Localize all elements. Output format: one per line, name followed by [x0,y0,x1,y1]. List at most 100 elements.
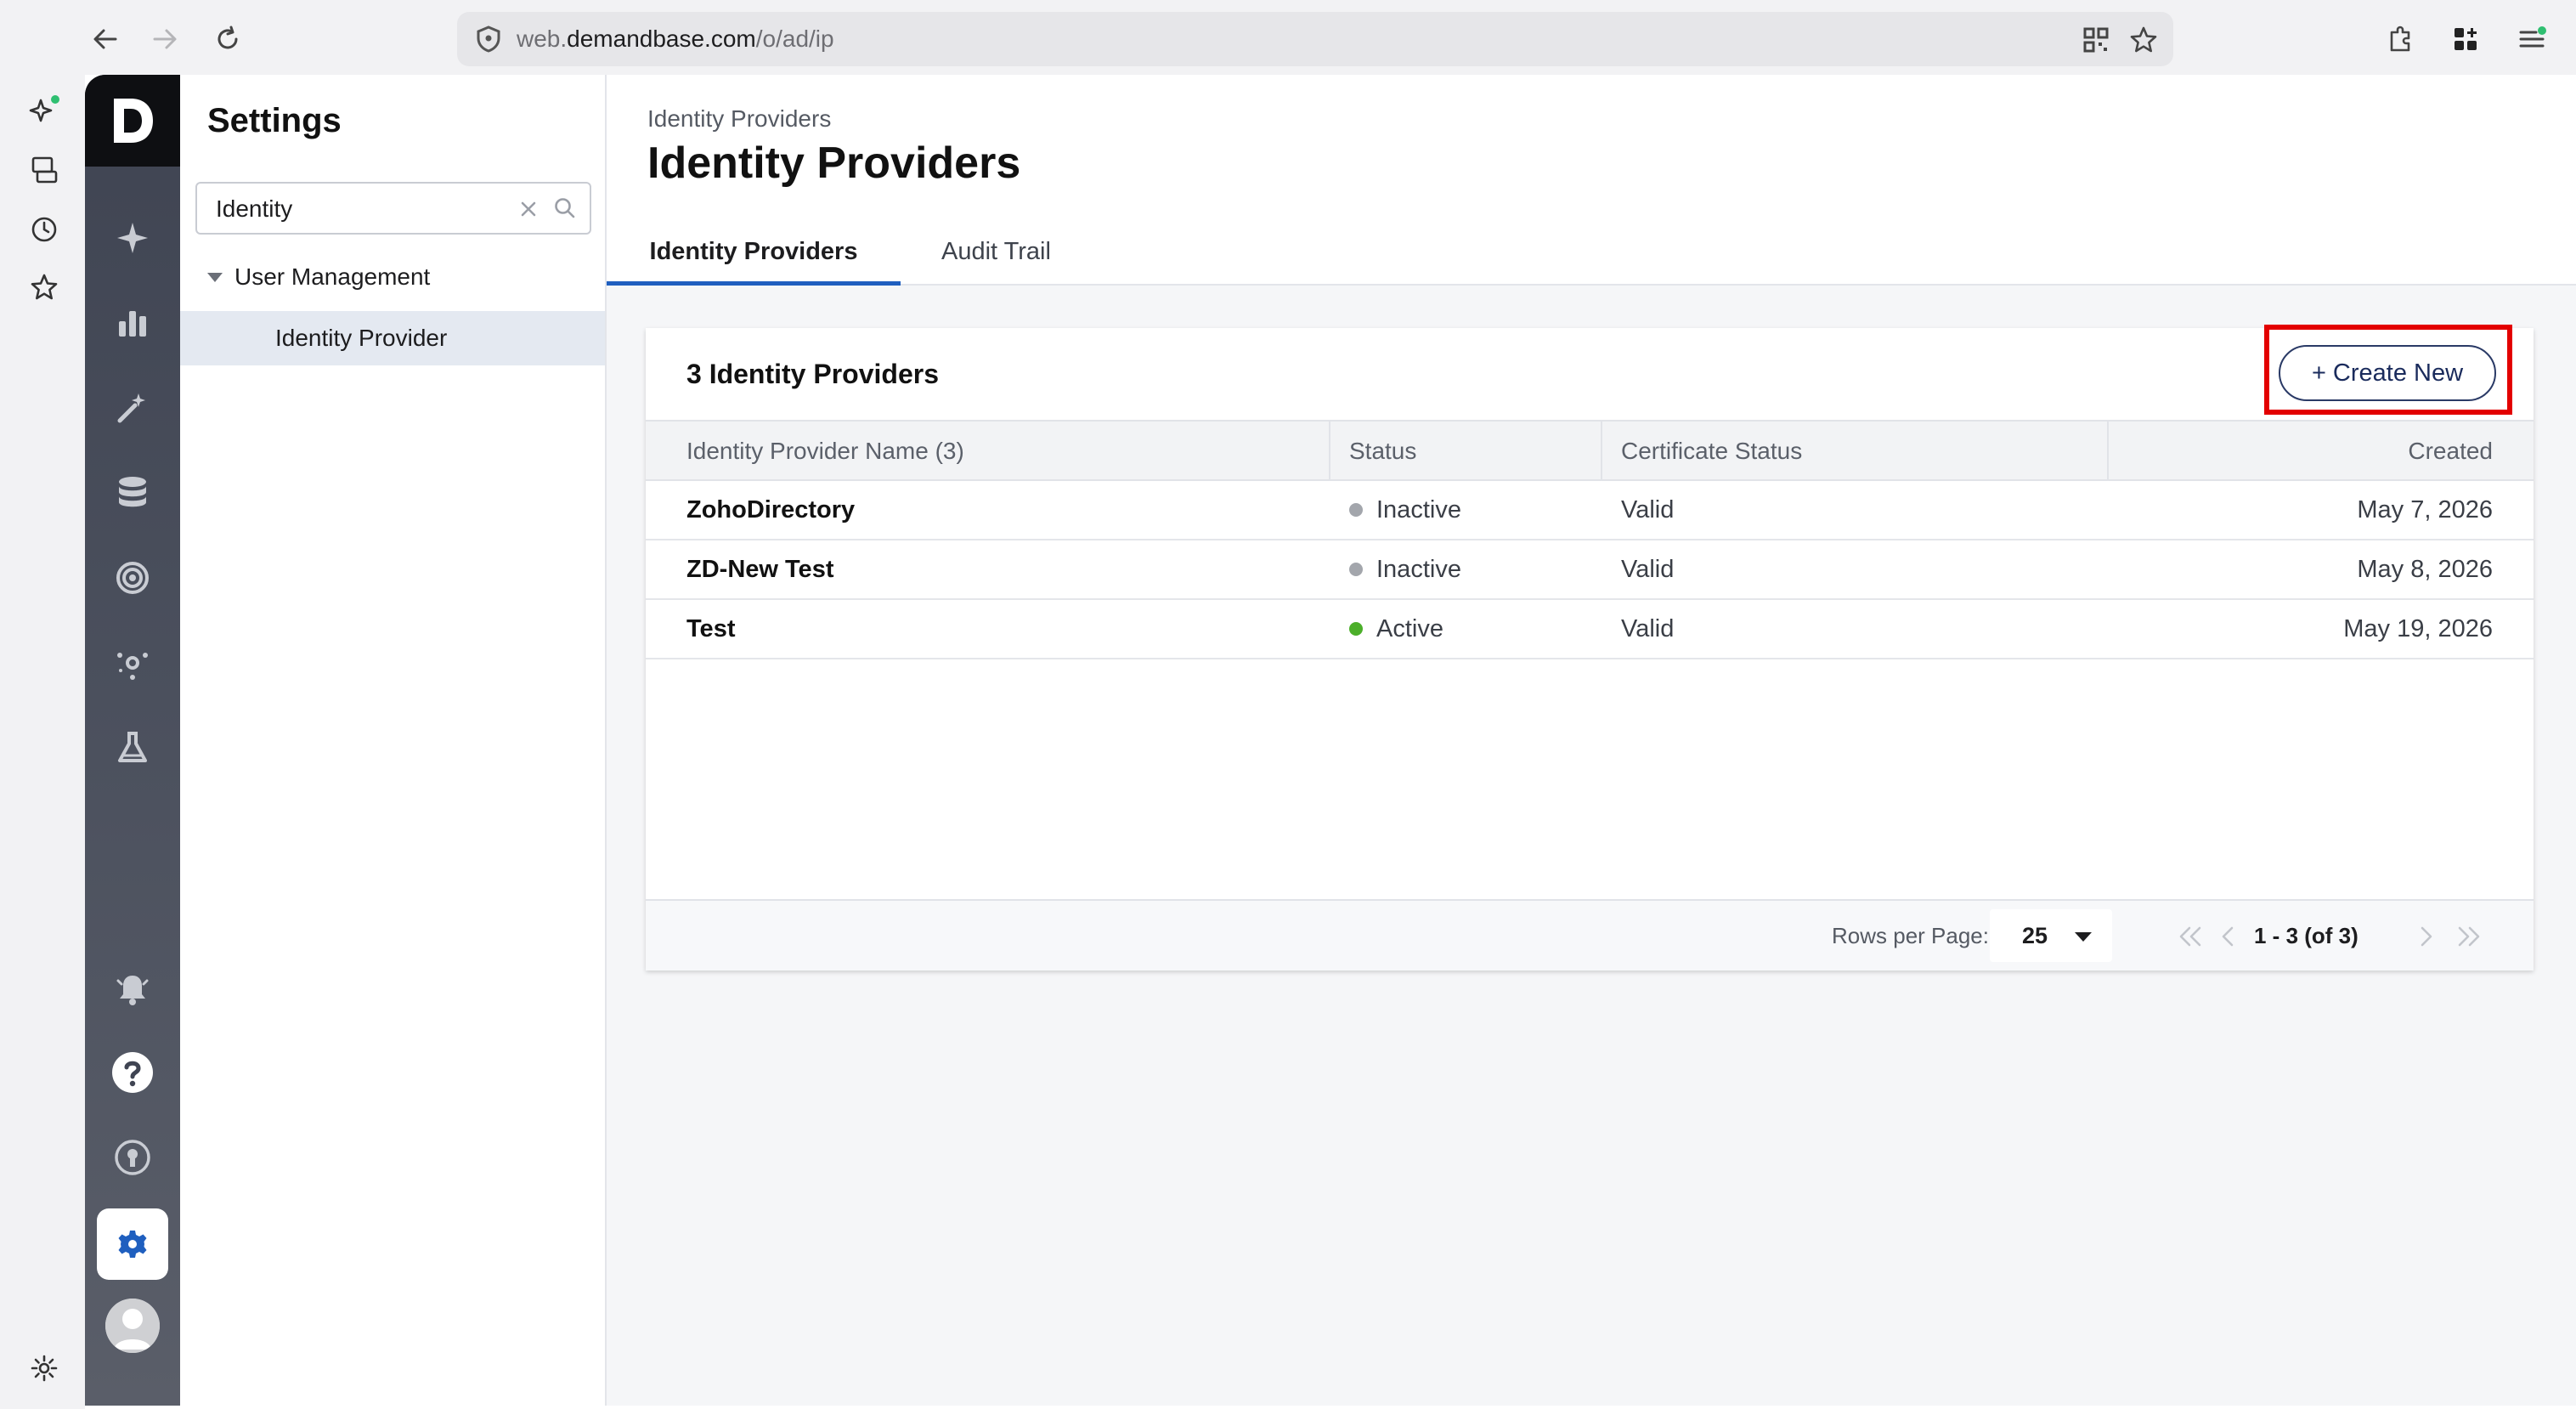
rail-ai-button[interactable] [109,384,156,432]
created-date: May 8, 2026 [2357,556,2493,583]
help-question-icon [112,1052,153,1093]
rail-data-button[interactable] [109,469,156,517]
target-icon [116,562,149,594]
search-clear-button[interactable] [517,197,540,221]
reload-button[interactable] [206,17,250,61]
forward-arrow-icon [153,29,177,49]
page-range: 1 - 3 (of 3) [2254,923,2359,948]
column-header-created[interactable]: Created [2408,422,2493,481]
tab-identity-providers[interactable]: Identity Providers [607,221,901,286]
close-icon [521,201,536,217]
main-content: Identity Providers Identity Providers Id… [607,75,2576,1406]
settings-gear-icon [118,1231,147,1258]
previous-page-button[interactable] [2211,920,2245,953]
table-row[interactable]: Test Active Valid May 19, 2026 [646,600,2534,659]
history-panel-button[interactable] [25,151,63,189]
rows-per-page-select[interactable]: 25 [1990,909,2112,962]
table-header: Identity Provider Name (3) Status Certif… [646,420,2534,481]
app-nav-rail [85,75,180,1406]
recent-history-button[interactable] [25,211,63,248]
bell-alert-icon [116,976,149,1005]
rows-per-page-label: Rows per Page: [1832,923,1989,948]
page-header: Identity Providers Identity Providers Id… [607,75,2576,286]
provider-name[interactable]: Test [686,600,735,658]
rail-tips-button[interactable] [109,1134,156,1181]
rail-settings-button[interactable] [97,1208,168,1280]
rail-orchestration-button[interactable] [109,639,156,687]
rows-per-page-value: 25 [2022,923,2048,948]
tab-audit-trail[interactable]: Audit Trail [941,221,1051,286]
browser-settings-button[interactable] [25,1350,63,1387]
menu-button[interactable] [2510,17,2554,61]
column-divider [2107,422,2109,481]
created-date: May 7, 2026 [2357,496,2493,523]
bookmarks-button[interactable] [25,269,63,306]
search-icon [552,195,578,221]
logo-d-icon [114,99,153,143]
status-dot-icon [1349,622,1363,636]
status-text: Active [1376,615,1443,642]
card-title: 3 Identity Providers [686,359,939,389]
star-icon [31,274,58,300]
settings-search-input[interactable] [216,195,505,223]
column-header-status[interactable]: Status [1349,422,1416,481]
status-cell: Active [1349,600,1443,658]
next-page-button[interactable] [2409,920,2443,953]
sparkle-icon [29,95,59,122]
synced-tabs-icon [31,156,58,184]
column-header-certificate-status[interactable]: Certificate Status [1621,422,1802,481]
rail-targeting-button[interactable] [109,554,156,602]
last-page-button[interactable] [2452,920,2486,953]
rail-help-button[interactable] [109,1049,156,1096]
caret-down-icon [2075,932,2092,942]
back-button[interactable] [83,17,127,61]
rail-analytics-button[interactable] [109,299,156,347]
certificate-status: Valid [1621,556,1675,583]
site-security-shield-icon [477,25,500,53]
settings-title: Settings [207,102,342,139]
certificate-status: Valid [1621,615,1675,642]
create-new-button[interactable]: + Create New [2279,345,2496,401]
double-chevron-right-icon [2458,926,2480,947]
column-divider [1329,422,1330,481]
url-text: web.demandbase.com/o/ad/ip [517,25,834,52]
tree-group-user-management[interactable]: User Management [207,263,430,291]
chevron-left-icon [2222,926,2234,947]
table-row[interactable]: ZohoDirectory Inactive Valid May 7, 2026 [646,481,2534,540]
ai-assistant-button[interactable] [25,92,63,129]
status-dot-icon [1349,563,1363,576]
provider-name[interactable]: ZohoDirectory [686,481,855,539]
hub-network-icon [117,653,148,680]
first-page-button[interactable] [2173,920,2207,953]
user-avatar[interactable] [105,1299,160,1353]
table-row[interactable]: ZD-New Test Inactive Valid May 8, 2026 [646,540,2534,600]
extensions-button[interactable] [2379,17,2423,61]
rail-labs-button[interactable] [109,724,156,772]
pagination-bar: Rows per Page: 25 1 - 3 (of 3) [646,899,2534,970]
address-bar[interactable]: web.demandbase.com/o/ad/ip [457,12,2173,66]
flask-icon [118,732,147,762]
status-dot-icon [1349,503,1363,517]
demandbase-logo[interactable] [85,75,180,167]
double-chevron-left-icon [2179,926,2201,947]
rail-notifications-button[interactable] [109,965,156,1013]
provider-name[interactable]: ZD-New Test [686,540,833,598]
back-arrow-icon [93,29,117,49]
bar-chart-icon [119,311,146,337]
status-cell: Inactive [1349,540,1461,598]
created-date: May 19, 2026 [2343,615,2493,642]
caret-down-icon [207,272,223,282]
page-title: Identity Providers [647,139,1021,188]
column-header-name[interactable]: Identity Provider Name (3) [686,422,964,481]
tree-item-identity-provider[interactable]: Identity Provider [180,311,605,365]
apps-button[interactable] [2443,17,2488,61]
lightbulb-circle-icon [115,1140,150,1175]
chevron-right-icon [2421,926,2432,947]
clock-icon [31,217,57,242]
rail-journeys-button[interactable] [109,214,156,262]
qr-code-icon [2083,27,2109,53]
magic-wand-icon [117,393,145,423]
forward-button[interactable] [143,17,187,61]
menu-lines-icon [2519,26,2546,48]
status-cell: Inactive [1349,481,1461,539]
